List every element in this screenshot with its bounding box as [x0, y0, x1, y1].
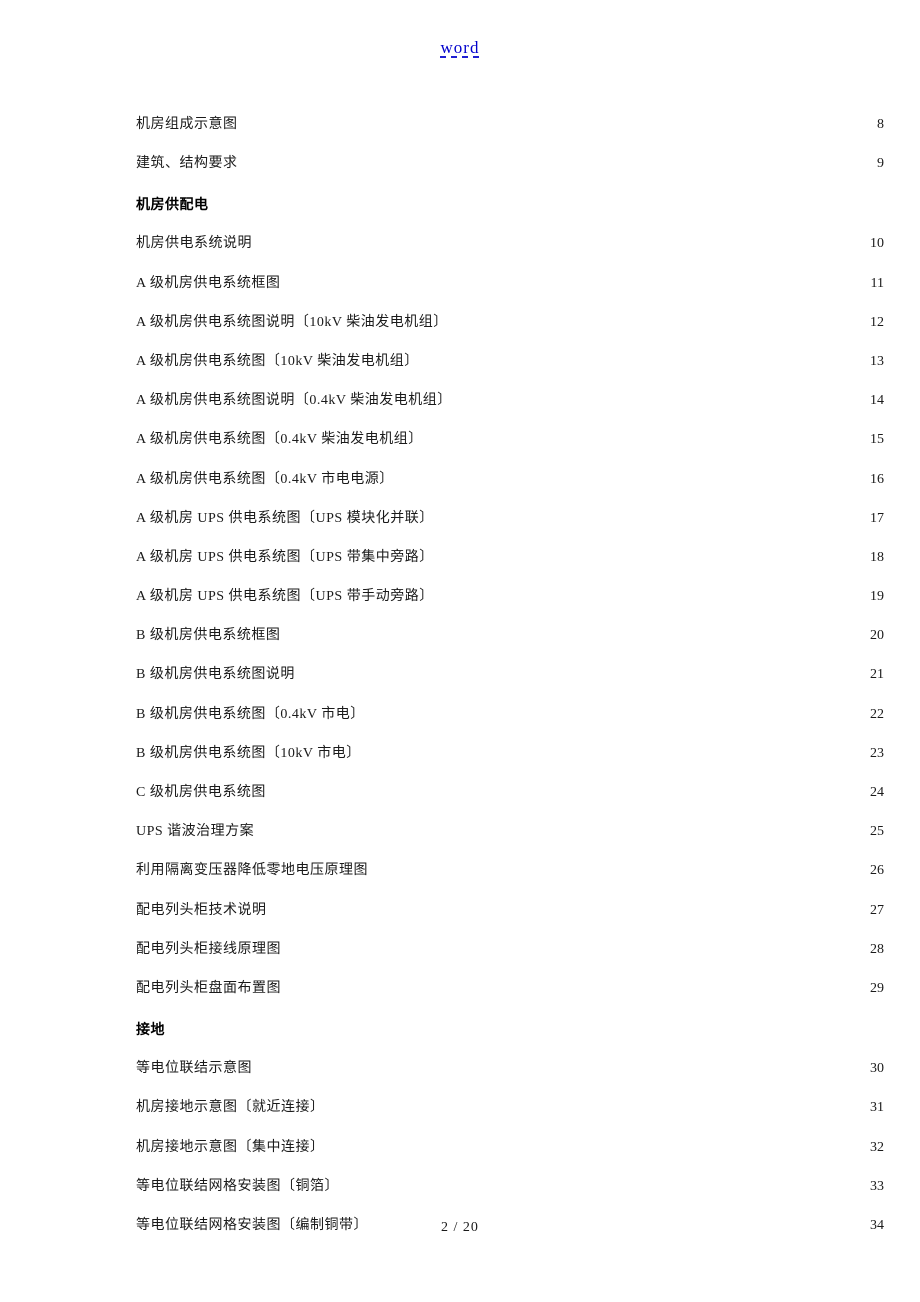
toc-page-number: 20	[862, 627, 884, 645]
toc-page-number: 26	[862, 862, 884, 880]
toc-label: UPS 谐波治理方案	[136, 823, 254, 841]
toc-label: A 级机房供电系统图〔0.4kV 柴油发电机组〕	[136, 431, 423, 449]
toc-page-number: 28	[862, 941, 884, 959]
toc-page-number: 18	[862, 549, 884, 567]
toc-page-number: 21	[862, 666, 884, 684]
toc-page-number: 17	[862, 510, 884, 528]
toc-label: A 级机房供电系统图〔0.4kV 市电电源〕	[136, 471, 394, 489]
toc-label: B 级机房供电系统图说明	[136, 666, 295, 684]
toc-label: B 级机房供电系统框图	[136, 627, 280, 645]
toc-label: 机房组成示意图	[136, 116, 238, 134]
page-header: word	[0, 0, 920, 66]
toc-entry: A 级机房供电系统框图 11	[136, 275, 884, 293]
toc-page-number: 10	[862, 235, 884, 253]
toc-page-number: 9	[869, 155, 884, 173]
toc-page-number: 33	[862, 1178, 884, 1196]
toc-label: B 级机房供电系统图〔0.4kV 市电〕	[136, 706, 365, 724]
header-title: word	[441, 38, 480, 57]
toc-page-number: 15	[862, 431, 884, 449]
toc-entry: B 级机房供电系统图〔10kV 市电〕 23	[136, 745, 884, 763]
toc-page-number: 29	[862, 980, 884, 998]
toc-label: 等电位联结示意图	[136, 1060, 252, 1078]
toc-page-number: 32	[862, 1139, 884, 1157]
toc-entry: C 级机房供电系统图 24	[136, 784, 884, 802]
toc-label: A 级机房供电系统图说明〔10kV 柴油发电机组〕	[136, 314, 448, 332]
toc-entry: UPS 谐波治理方案 25	[136, 823, 884, 841]
toc-entry: B 级机房供电系统图说明 21	[136, 666, 884, 684]
toc-entry: B 级机房供电系统图〔0.4kV 市电〕 22	[136, 706, 884, 724]
toc-label: 机房接地示意图〔集中连接〕	[136, 1139, 325, 1157]
section-heading-power: 机房供配电	[136, 194, 884, 214]
toc-entry: 等电位联结网格安装图〔铜箔〕 33	[136, 1178, 884, 1196]
toc-label: 机房供电系统说明	[136, 235, 252, 253]
toc-page-number: 19	[862, 588, 884, 606]
toc-page-number: 30	[862, 1060, 884, 1078]
toc-entry: A 级机房供电系统图〔0.4kV 柴油发电机组〕 15	[136, 431, 884, 449]
toc-content: 机房组成示意图 8 建筑、结构要求 9 机房供配电 机房供电系统说明 10 A …	[0, 66, 920, 1235]
toc-label: A 级机房供电系统图〔10kV 柴油发电机组〕	[136, 353, 419, 371]
toc-entry: A 级机房供电系统图〔10kV 柴油发电机组〕 13	[136, 353, 884, 371]
toc-entry: 配电列头柜接线原理图 28	[136, 941, 884, 959]
toc-page-number: 24	[862, 784, 884, 802]
toc-entry: 配电列头柜盘面布置图 29	[136, 980, 884, 998]
toc-page-number: 14	[862, 392, 884, 410]
toc-entry: 机房供电系统说明 10	[136, 235, 884, 253]
toc-entry: A 级机房供电系统图说明〔10kV 柴油发电机组〕 12	[136, 314, 884, 332]
toc-page-number: 8	[869, 116, 884, 134]
toc-label: 配电列头柜盘面布置图	[136, 980, 281, 998]
toc-entry: 机房接地示意图〔就近连接〕 31	[136, 1099, 884, 1117]
toc-entry: A 级机房 UPS 供电系统图〔UPS 模块化并联〕 17	[136, 510, 884, 528]
toc-label: B 级机房供电系统图〔10kV 市电〕	[136, 745, 361, 763]
toc-page-number: 22	[862, 706, 884, 724]
section-heading-grounding: 接地	[136, 1019, 884, 1039]
page-footer: 2 / 20	[0, 1220, 920, 1236]
toc-label: 配电列头柜技术说明	[136, 902, 267, 920]
toc-label: 建筑、结构要求	[136, 155, 238, 173]
toc-label: 机房接地示意图〔就近连接〕	[136, 1099, 325, 1117]
toc-page-number: 23	[862, 745, 884, 763]
toc-page-number: 12	[862, 314, 884, 332]
toc-label: 等电位联结网格安装图〔铜箔〕	[136, 1178, 339, 1196]
toc-entry: 等电位联结示意图 30	[136, 1060, 884, 1078]
toc-page-number: 25	[862, 823, 884, 841]
toc-entry: 机房组成示意图 8	[136, 116, 884, 134]
toc-label: A 级机房 UPS 供电系统图〔UPS 带集中旁路〕	[136, 549, 434, 567]
toc-label: A 级机房 UPS 供电系统图〔UPS 模块化并联〕	[136, 510, 434, 528]
toc-entry: A 级机房 UPS 供电系统图〔UPS 带集中旁路〕 18	[136, 549, 884, 567]
toc-entry: 配电列头柜技术说明 27	[136, 902, 884, 920]
toc-entry: 利用隔离变压器降低零地电压原理图 26	[136, 862, 884, 880]
toc-label: C 级机房供电系统图	[136, 784, 266, 802]
toc-page-number: 27	[862, 902, 884, 920]
toc-entry: A 级机房供电系统图〔0.4kV 市电电源〕 16	[136, 471, 884, 489]
toc-label: 配电列头柜接线原理图	[136, 941, 281, 959]
toc-entry: A 级机房 UPS 供电系统图〔UPS 带手动旁路〕 19	[136, 588, 884, 606]
toc-page-number: 13	[862, 353, 884, 371]
toc-page-number: 31	[862, 1099, 884, 1117]
toc-entry: B 级机房供电系统框图 20	[136, 627, 884, 645]
toc-page-number: 11	[863, 275, 884, 293]
toc-label: 利用隔离变压器降低零地电压原理图	[136, 862, 368, 880]
toc-entry: 机房接地示意图〔集中连接〕 32	[136, 1139, 884, 1157]
toc-label: A 级机房 UPS 供电系统图〔UPS 带手动旁路〕	[136, 588, 434, 606]
toc-page-number: 16	[862, 471, 884, 489]
toc-entry: 建筑、结构要求 9	[136, 155, 884, 173]
toc-label: A 级机房供电系统图说明〔0.4kV 柴油发电机组〕	[136, 392, 452, 410]
toc-label: A 级机房供电系统框图	[136, 275, 280, 293]
toc-entry: A 级机房供电系统图说明〔0.4kV 柴油发电机组〕 14	[136, 392, 884, 410]
page-indicator: 2 / 20	[441, 1220, 479, 1235]
